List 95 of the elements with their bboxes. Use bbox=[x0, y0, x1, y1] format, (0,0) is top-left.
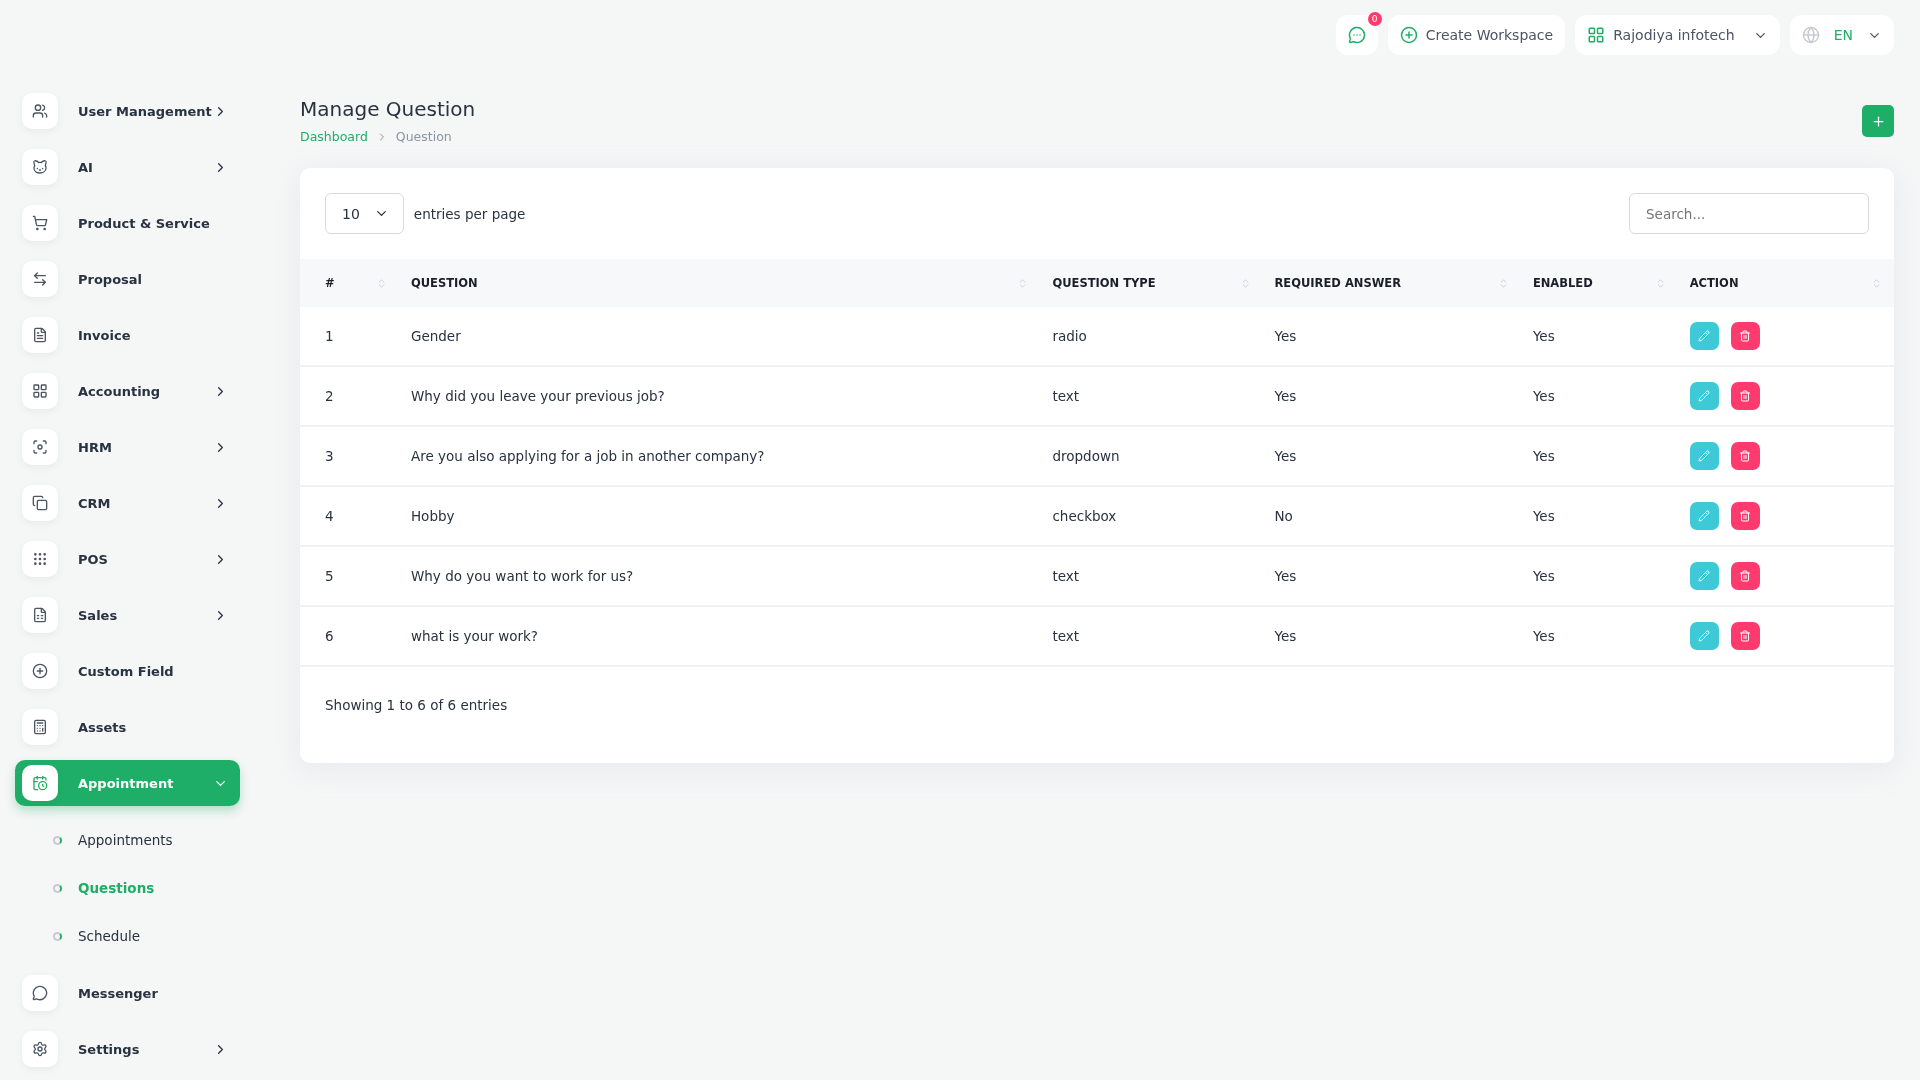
add-button[interactable] bbox=[1862, 105, 1894, 137]
grid-icon bbox=[1587, 26, 1606, 44]
page-size-select[interactable]: 10 bbox=[325, 193, 404, 234]
table-cell: text bbox=[1040, 546, 1263, 606]
sidebar-item[interactable]: Product & Service bbox=[15, 200, 240, 246]
table-cell: radio bbox=[1040, 307, 1263, 366]
sidebar-item[interactable]: Assets bbox=[15, 704, 240, 750]
edit-button[interactable] bbox=[1689, 562, 1719, 590]
trash-icon bbox=[1739, 450, 1752, 462]
entries-label: entries per page bbox=[413, 205, 526, 222]
workspace-dropdown[interactable]: Rajodiya infotech bbox=[1575, 15, 1780, 55]
create-workspace-button[interactable]: Create Workspace bbox=[1387, 15, 1566, 55]
table-cell: 3 bbox=[300, 426, 399, 486]
table-cell: text bbox=[1040, 366, 1263, 426]
table-cell: Are you also applying for a job in another company? bbox=[398, 426, 1041, 486]
sidebar-item[interactable]: User Management bbox=[15, 88, 240, 134]
entries-summary: Showing 1 to 6 of 6 entries bbox=[325, 697, 509, 713]
trash-icon bbox=[1739, 390, 1752, 402]
table-cell: Why do you want to work for us? bbox=[398, 546, 1041, 606]
table-cell: 6 bbox=[300, 606, 399, 666]
page-title: Manage Question bbox=[300, 97, 476, 121]
table-cell: dropdown bbox=[1040, 426, 1263, 486]
table-cell: Yes bbox=[1520, 486, 1678, 546]
table-cell: checkbox bbox=[1040, 486, 1263, 546]
table-cell: what is your work? bbox=[398, 606, 1041, 666]
table-cell: Yes bbox=[1262, 426, 1521, 486]
table-cell: 4 bbox=[300, 486, 399, 546]
pencil-icon bbox=[1698, 330, 1711, 342]
delete-button[interactable] bbox=[1730, 322, 1760, 350]
edit-button[interactable] bbox=[1689, 622, 1719, 650]
plus-circle-icon bbox=[1399, 26, 1418, 44]
pencil-icon bbox=[1698, 630, 1711, 642]
globe-icon bbox=[1801, 26, 1820, 44]
delete-button[interactable] bbox=[1730, 382, 1760, 410]
table-cell: Yes bbox=[1262, 366, 1521, 426]
table-cell: Yes bbox=[1262, 606, 1521, 666]
table-cell: Yes bbox=[1520, 426, 1678, 486]
column-header[interactable]: ACTION bbox=[1677, 259, 1894, 307]
table-cell: text bbox=[1040, 606, 1263, 666]
table-cell: Gender bbox=[398, 307, 1041, 366]
sidebar-item[interactable]: Sales bbox=[15, 592, 240, 638]
bullet-icon bbox=[53, 835, 62, 845]
edit-button[interactable] bbox=[1689, 322, 1719, 350]
pencil-icon bbox=[1698, 570, 1711, 582]
delete-button[interactable] bbox=[1730, 442, 1760, 470]
search-field[interactable]: Search... bbox=[1629, 193, 1869, 234]
column-header[interactable]: REQUIRED ANSWER bbox=[1262, 259, 1521, 307]
table-cell: Why did you leave your previous job? bbox=[398, 366, 1041, 426]
breadcrumb-text: Question bbox=[395, 129, 452, 144]
notification-badge: 0 bbox=[1367, 12, 1382, 26]
bullet-icon bbox=[53, 931, 62, 941]
sidebar-item[interactable]: Invoice bbox=[15, 312, 240, 358]
column-header[interactable]: ENABLED bbox=[1520, 259, 1678, 307]
sidebar-item[interactable]: Accounting bbox=[15, 368, 240, 414]
pencil-icon bbox=[1698, 390, 1711, 402]
table-cell: 1 bbox=[300, 307, 399, 366]
table-cell: Hobby bbox=[398, 486, 1041, 546]
table-cell: Yes bbox=[1262, 307, 1521, 366]
edit-button[interactable] bbox=[1689, 442, 1719, 470]
bullet-icon bbox=[53, 883, 62, 893]
table-cell: Yes bbox=[1262, 546, 1521, 606]
table-cell: Yes bbox=[1520, 366, 1678, 426]
delete-button[interactable] bbox=[1730, 562, 1760, 590]
submenu-item[interactable]: Appointments bbox=[15, 816, 255, 864]
pencil-icon bbox=[1698, 450, 1711, 462]
submenu-item[interactable]: Schedule bbox=[15, 912, 255, 960]
sidebar-item[interactable]: CRM bbox=[15, 480, 240, 526]
column-header[interactable]: # bbox=[300, 259, 399, 307]
plus-icon bbox=[1870, 113, 1886, 129]
chat-icon bbox=[1347, 26, 1366, 44]
table-cell: Yes bbox=[1520, 307, 1678, 366]
sidebar-item[interactable]: Custom Field bbox=[15, 648, 240, 694]
pencil-icon bbox=[1698, 510, 1711, 522]
column-header[interactable]: QUESTION bbox=[398, 259, 1041, 307]
sort-icon bbox=[1871, 277, 1882, 289]
table-cell: 2 bbox=[300, 366, 399, 426]
sidebar-item[interactable]: POS bbox=[15, 536, 240, 582]
trash-icon bbox=[1739, 510, 1752, 522]
sidebar-item[interactable]: AI bbox=[15, 144, 240, 190]
column-header[interactable]: QUESTION TYPE bbox=[1040, 259, 1263, 307]
table-cell: Yes bbox=[1520, 606, 1678, 666]
sidebar-item[interactable]: Proposal bbox=[15, 256, 240, 302]
sidebar-item[interactable]: Settings bbox=[15, 1026, 240, 1072]
edit-button[interactable] bbox=[1689, 382, 1719, 410]
sidebar-item[interactable]: Messenger bbox=[15, 970, 240, 1016]
sidebar-item[interactable]: HRM bbox=[15, 424, 240, 470]
trash-icon bbox=[1739, 630, 1752, 642]
table-cell: No bbox=[1262, 486, 1521, 546]
trash-icon bbox=[1739, 570, 1752, 582]
edit-button[interactable] bbox=[1689, 502, 1719, 530]
delete-button[interactable] bbox=[1730, 502, 1760, 530]
trash-icon bbox=[1739, 330, 1752, 342]
table-cell: 5 bbox=[300, 546, 399, 606]
delete-button[interactable] bbox=[1730, 622, 1760, 650]
table-cell: Yes bbox=[1520, 546, 1678, 606]
